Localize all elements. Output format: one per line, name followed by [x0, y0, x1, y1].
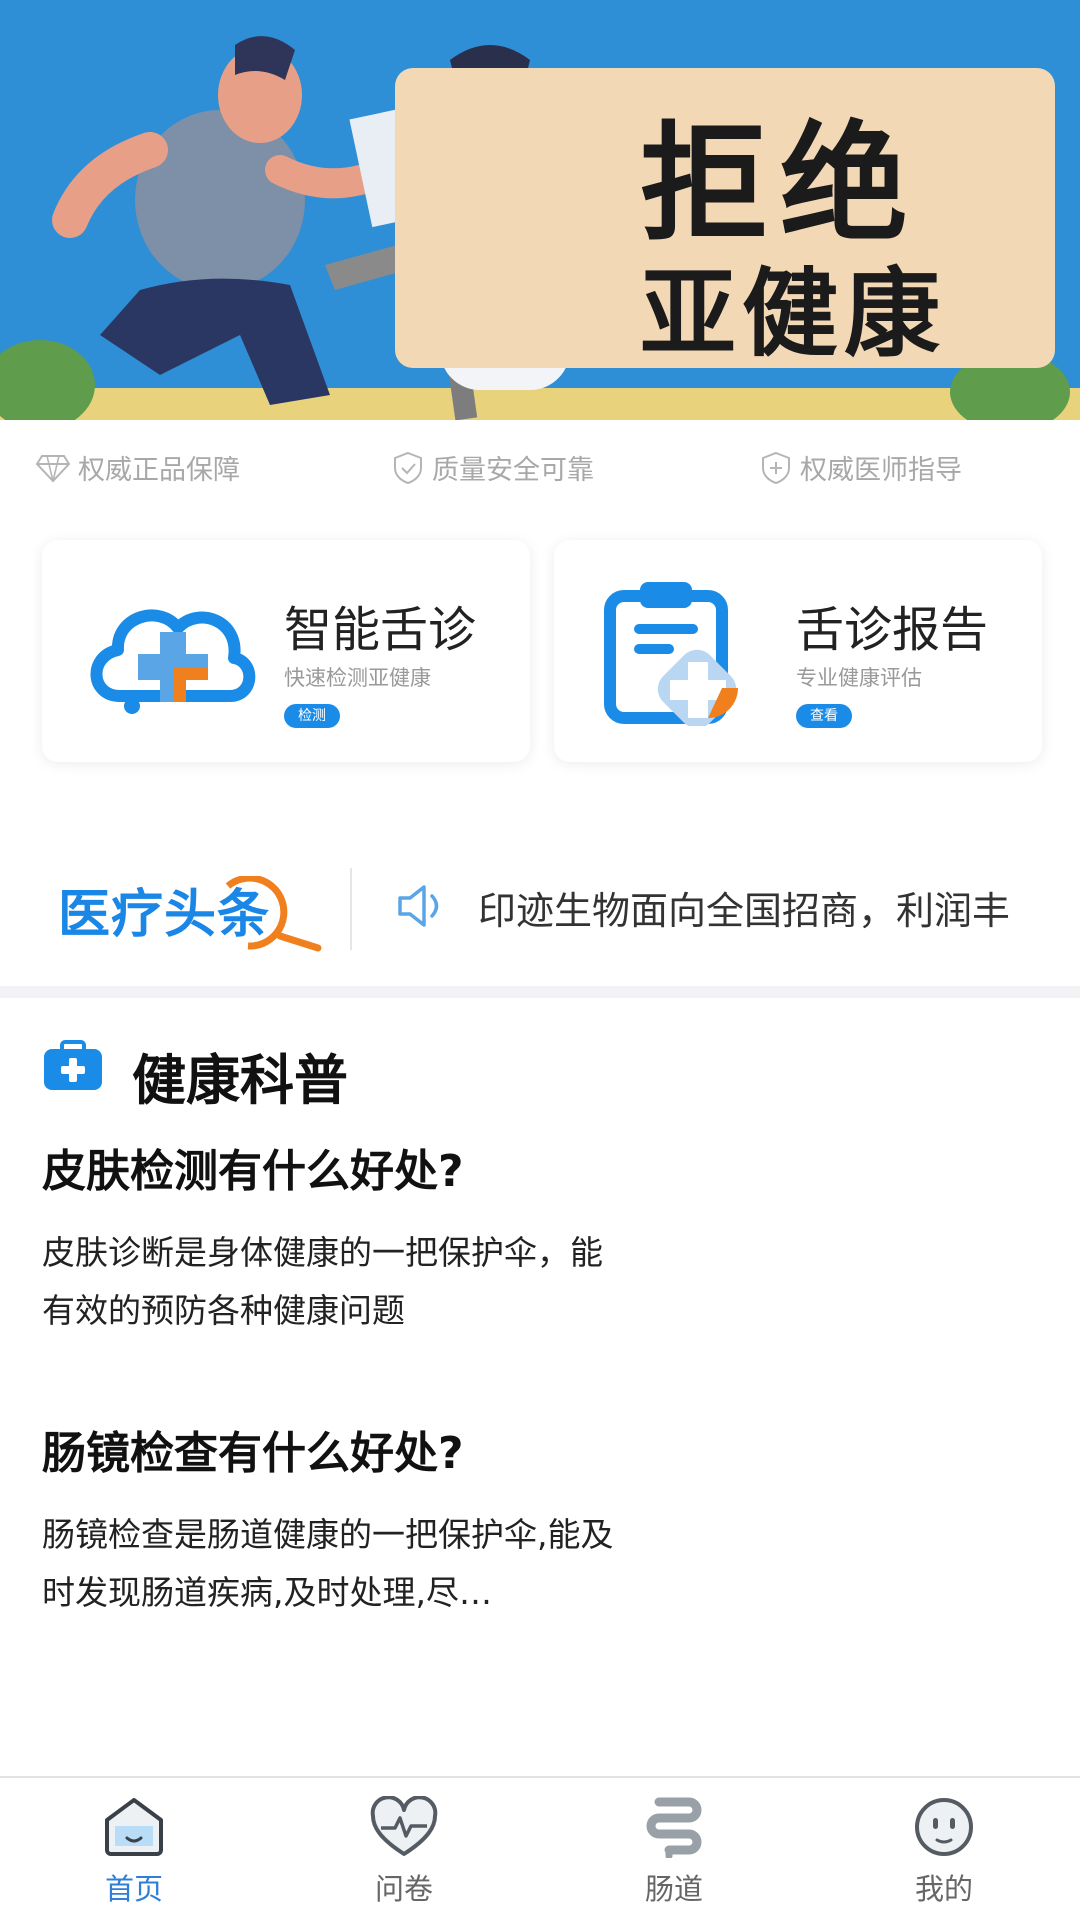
guarantee-label: 权威正品保障 — [78, 455, 240, 486]
guarantee-label: 质量安全可靠 — [432, 455, 594, 486]
nav-label: 我的 — [914, 1872, 973, 1906]
card-subtitle: 专业健康评估 — [796, 666, 922, 690]
card-title: 舌诊报告 — [796, 602, 989, 658]
intestine-icon — [646, 1797, 702, 1858]
guarantee-label: 权威医师指导 — [800, 455, 962, 486]
article-summary: 肠镜检查是肠道健康的一把保护伞,能及时发现肠道疾病,及时处理,尽… — [42, 1515, 614, 1612]
medical-shield-icon — [762, 451, 790, 484]
clipboard-medical-icon — [604, 582, 738, 726]
article-title[interactable]: 肠镜检查有什么好处? — [42, 1424, 1002, 1484]
guarantee-authentic: 权威正品保障 — [36, 448, 240, 487]
diamond-icon — [36, 454, 70, 482]
magnifier-icon — [225, 876, 322, 952]
profile-face-icon — [915, 1798, 973, 1856]
cloud-medical-icon — [90, 609, 256, 714]
bottom-nav: 首页 问卷 肠道 我的 — [0, 1776, 1080, 1920]
nav-intestine[interactable]: 肠道 — [574, 1796, 774, 1908]
guarantee-doctor: 权威医师指导 — [760, 448, 962, 487]
banner-title-line2: 亚健康 — [640, 258, 946, 370]
tongue-report-card[interactable]: 舌诊报告 专业健康评估 查看 — [554, 540, 1042, 762]
home-icon — [105, 1798, 163, 1856]
nav-profile[interactable]: 我的 — [844, 1796, 1044, 1908]
headline-divider — [350, 868, 352, 950]
heart-pulse-icon — [370, 1796, 438, 1856]
section-title: 健康科普 — [132, 1049, 348, 1112]
medical-kit-icon — [44, 1040, 102, 1090]
headline-ticker-text[interactable]: 印迹生物面向全国招商，利润丰 — [478, 880, 1038, 935]
view-button[interactable]: 查看 — [796, 704, 852, 728]
shield-check-icon — [394, 451, 422, 484]
guarantee-quality: 质量安全可靠 — [392, 448, 594, 487]
nav-label: 问卷 — [374, 1872, 433, 1906]
speaker-icon — [398, 885, 439, 927]
card-title: 智能舌诊 — [284, 602, 477, 658]
medical-headline-bar[interactable]: 医疗头条 印迹生物面向全国招商，利润丰 — [0, 850, 1080, 960]
card-subtitle: 快速检测亚健康 — [284, 666, 431, 690]
nav-home[interactable]: 首页 — [34, 1796, 234, 1908]
tongue-diagnosis-card[interactable]: 智能舌诊 快速检测亚健康 检测 — [42, 540, 530, 762]
detect-button[interactable]: 检测 — [284, 704, 340, 728]
guarantee-strip: 权威正品保障 质量安全可靠 权威医师指导 — [0, 440, 1080, 494]
section-separator — [0, 986, 1080, 998]
nav-label: 肠道 — [644, 1872, 703, 1906]
article-title[interactable]: 皮肤检测有什么好处? — [42, 1142, 1002, 1202]
nav-questionnaire[interactable]: 问卷 — [304, 1796, 504, 1908]
nav-label: 首页 — [104, 1872, 163, 1906]
article-summary: 皮肤诊断是身体健康的一把保护伞，能有效的预防各种健康问题 — [42, 1233, 603, 1330]
article-item[interactable]: 肠镜检查有什么好处? 肠镜检查是肠道健康的一把保护伞,能及时发现肠道疾病,及时处… — [42, 1424, 1002, 1622]
article-item[interactable]: 皮肤检测有什么好处? 皮肤诊断是身体健康的一把保护伞，能有效的预防各种健康问题 — [42, 1142, 1002, 1340]
promo-banner[interactable]: 拒绝 亚健康 — [0, 0, 1080, 420]
